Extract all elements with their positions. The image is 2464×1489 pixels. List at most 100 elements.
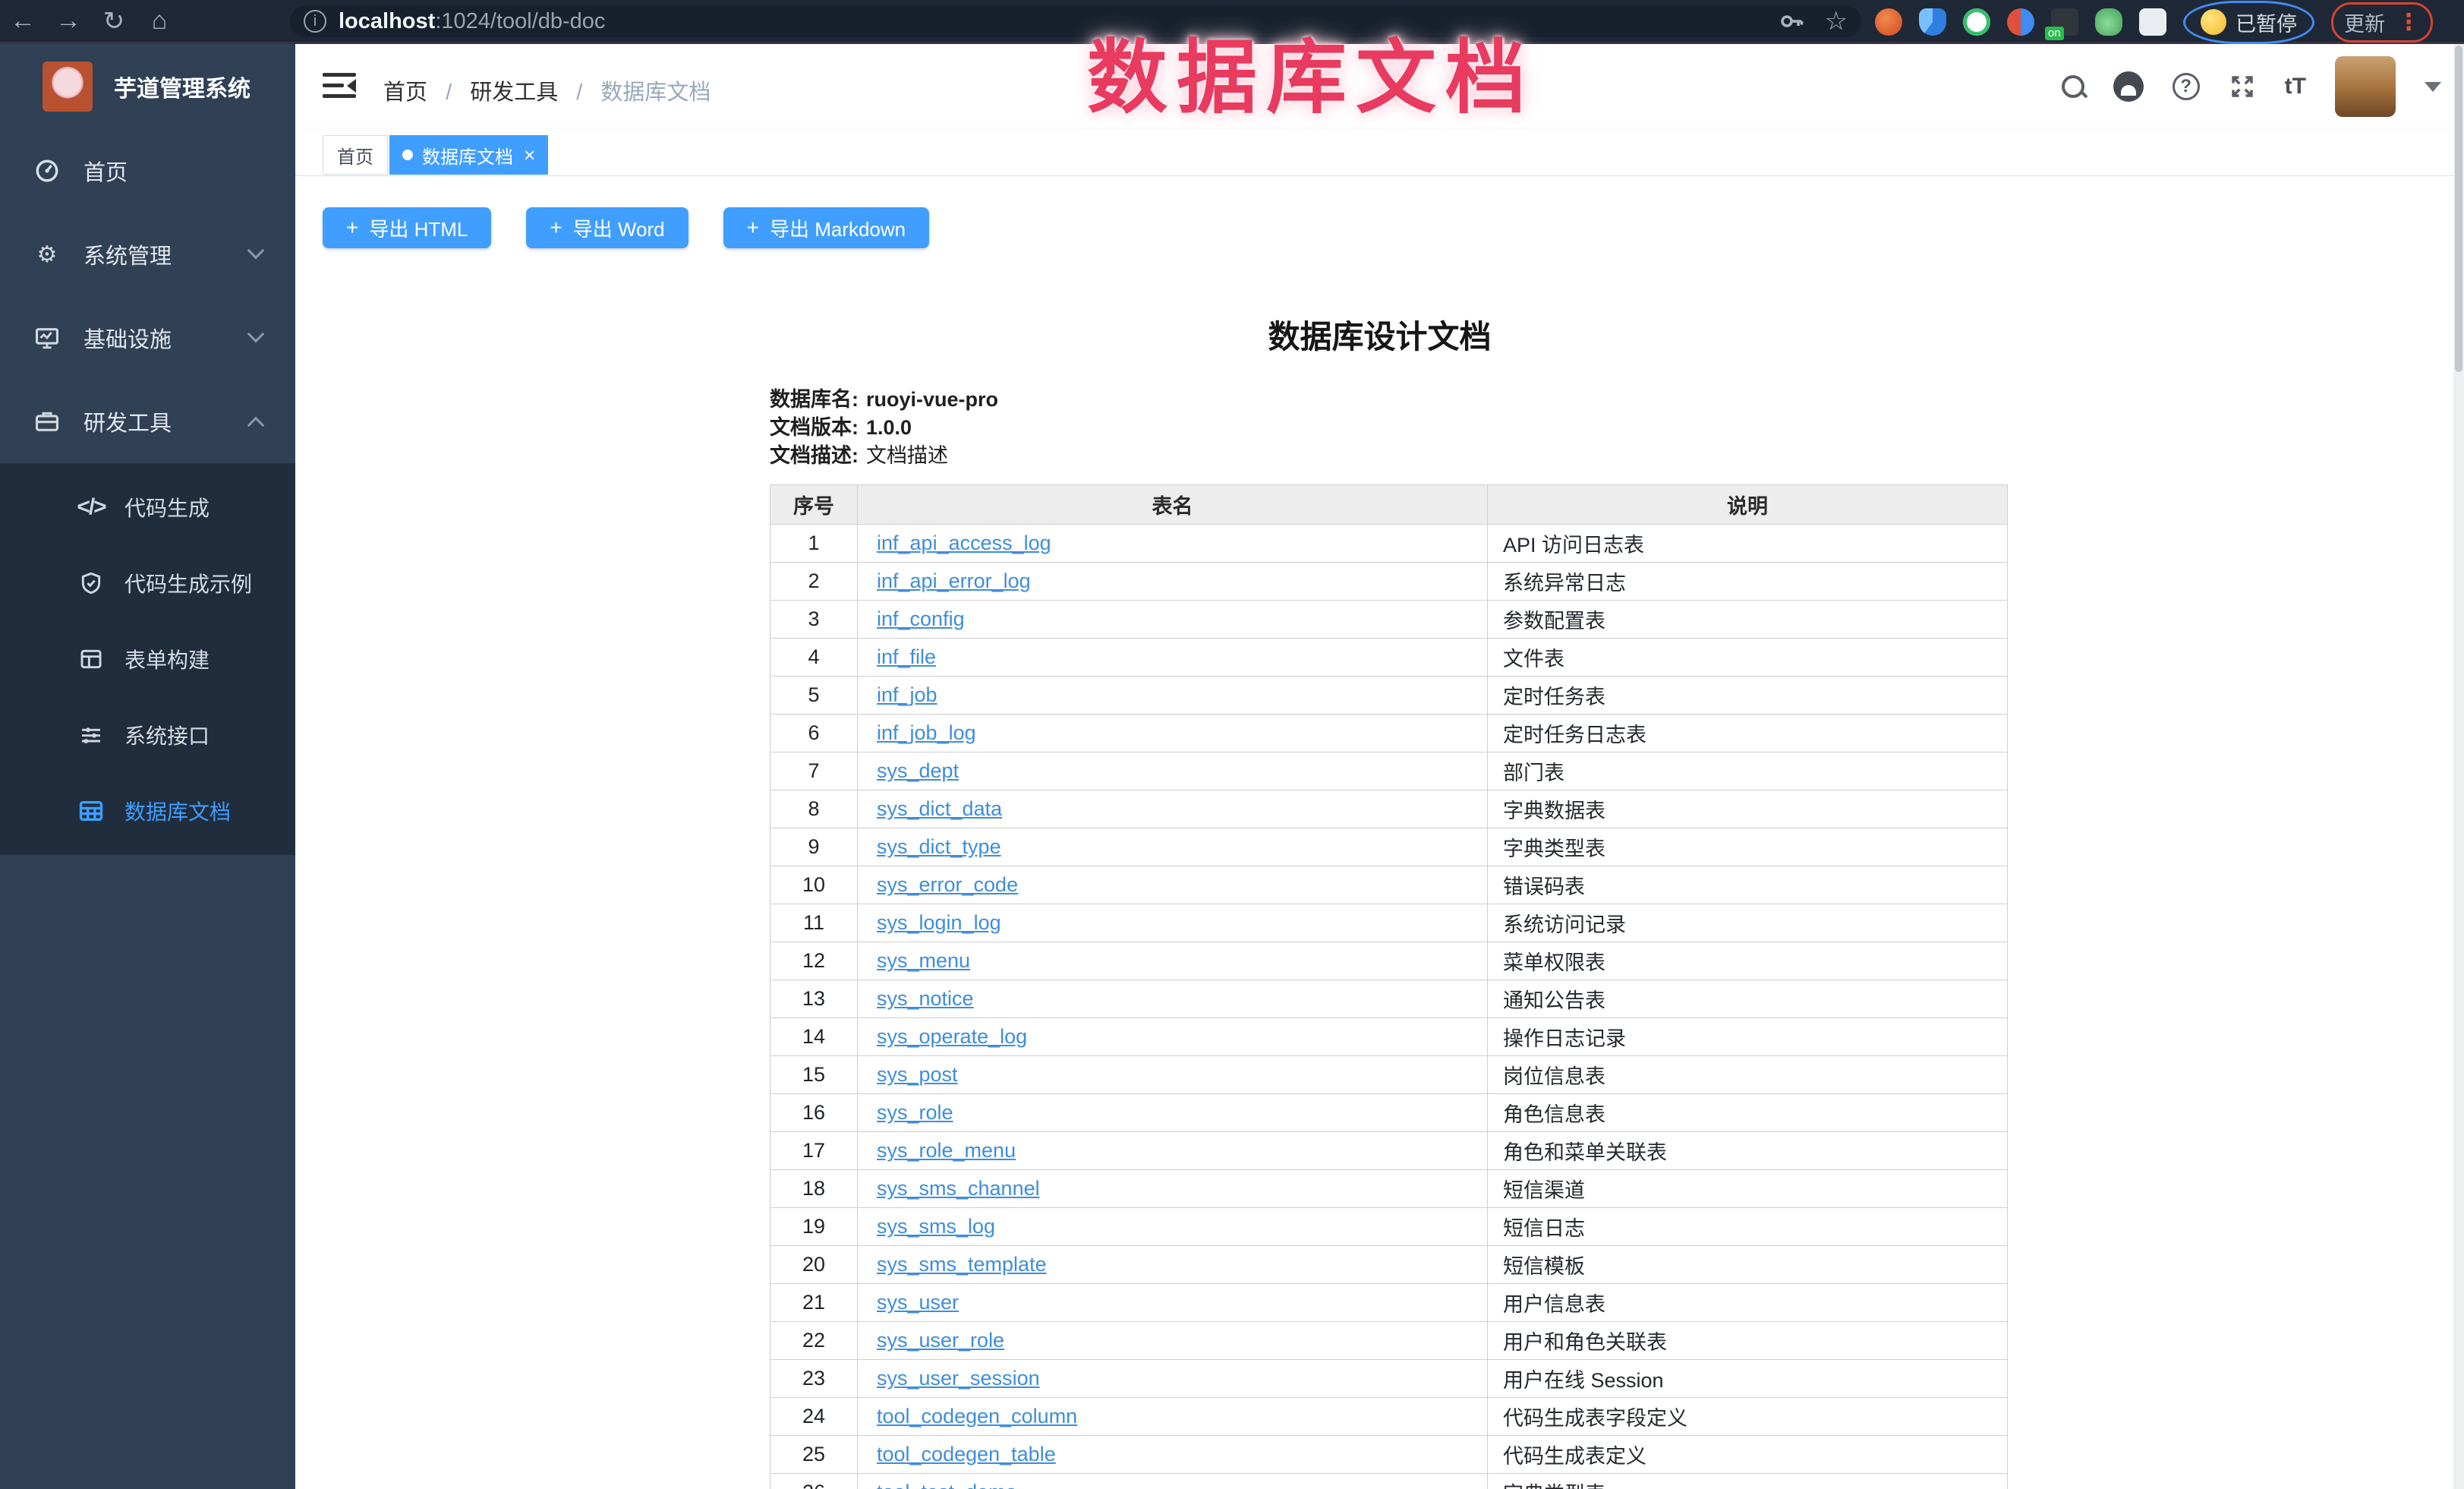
extension-icon[interactable]: on <box>2051 8 2078 36</box>
font-size-icon[interactable]: tT <box>2285 74 2306 99</box>
table-name-link[interactable]: inf_file <box>877 645 936 668</box>
extension-icon[interactable] <box>1875 8 1902 36</box>
browser-menu-icon[interactable]: ⋮ <box>2397 9 2420 36</box>
browser-update-button[interactable]: 更新 ⋮ <box>2331 2 2433 43</box>
browser-forward-icon[interactable]: → <box>46 6 91 36</box>
tab-close-icon[interactable]: × <box>524 144 535 167</box>
browser-refresh-icon[interactable]: ↻ <box>91 6 137 36</box>
browser-home-icon[interactable]: ⌂ <box>137 6 182 36</box>
table-name-link[interactable]: sys_post <box>877 1063 958 1086</box>
row-description: 部门表 <box>1488 752 2008 790</box>
table-name-link[interactable]: sys_login_log <box>877 911 1001 934</box>
extension-pin-icon[interactable] <box>1919 8 1946 36</box>
table-name-link[interactable]: sys_menu <box>877 949 970 972</box>
export-html-button[interactable]: +导出 HTML <box>323 207 491 248</box>
extensions-puzzle-icon[interactable] <box>2139 8 2166 36</box>
fullscreen-icon[interactable] <box>2229 73 2256 100</box>
sidebar-item-label: 系统接口 <box>124 720 210 750</box>
sidebar-item-infra[interactable]: 基础设施 <box>0 296 295 380</box>
table-name-link[interactable]: inf_job <box>877 683 937 706</box>
table-name-link[interactable]: sys_error_code <box>877 873 1018 896</box>
export-markdown-button[interactable]: +导出 Markdown <box>723 207 930 248</box>
breadcrumb-separator: / <box>446 80 452 105</box>
paused-badge[interactable]: 已暂停 <box>2183 1 2314 44</box>
doc-version-label: 文档版本: <box>770 416 859 439</box>
row-index: 18 <box>770 1170 858 1208</box>
extension-icon[interactable] <box>2095 8 2122 36</box>
table-row: 2inf_api_error_log系统异常日志 <box>770 563 2008 601</box>
table-name-link[interactable]: inf_api_access_log <box>877 532 1051 554</box>
table-name-link[interactable]: tool_codegen_column <box>877 1405 1077 1427</box>
sidebar-item-form-builder[interactable]: 表单构建 <box>0 621 295 697</box>
breadcrumb-current: 数据库文档 <box>600 80 711 105</box>
row-index: 23 <box>770 1360 858 1398</box>
tab-home[interactable]: 首页 <box>323 135 388 175</box>
table-name-link[interactable]: sys_sms_template <box>877 1253 1047 1276</box>
row-table-name-cell: sys_menu <box>858 942 1488 980</box>
table-name-link[interactable]: tool_codegen_table <box>877 1443 1056 1465</box>
table-row: 22sys_user_role用户和角色关联表 <box>770 1322 2008 1360</box>
table-name-link[interactable]: inf_job_log <box>877 721 976 744</box>
row-index: 7 <box>770 752 858 790</box>
table-name-link[interactable]: inf_config <box>877 607 965 630</box>
table-name-link[interactable]: sys_role_menu <box>877 1139 1016 1162</box>
chevron-up-icon <box>247 417 265 434</box>
sidebar-item-codegen-demo[interactable]: 代码生成示例 <box>0 545 295 621</box>
table-name-link[interactable]: sys_dict_data <box>877 797 1002 820</box>
table-name-link[interactable]: sys_sms_log <box>877 1215 995 1238</box>
address-bar[interactable]: i localhost:1024/tool/db-doc ☆ <box>290 5 1861 37</box>
help-icon[interactable]: ? <box>2173 73 2200 100</box>
table-name-link[interactable]: sys_user_role <box>877 1329 1004 1352</box>
table-name-link[interactable]: inf_api_error_log <box>877 569 1031 592</box>
password-key-icon[interactable] <box>1778 8 1805 35</box>
code-icon: </> <box>76 492 106 522</box>
scrollbar-thumb[interactable] <box>2455 46 2462 372</box>
site-info-icon[interactable]: i <box>304 10 326 33</box>
document-meta: 数据库名:ruoyi-vue-pro 文档版本:1.0.0 文档描述:文档描述 <box>770 386 998 470</box>
row-description: 用户信息表 <box>1488 1284 2008 1322</box>
row-table-name-cell: sys_login_log <box>858 904 1488 942</box>
row-description: 操作日志记录 <box>1488 1018 2008 1056</box>
breadcrumb-devtools[interactable]: 研发工具 <box>470 80 558 105</box>
url-text: localhost:1024/tool/db-doc <box>339 9 1778 34</box>
extension-check-icon[interactable] <box>1963 8 1990 36</box>
page-scrollbar[interactable] <box>2453 44 2464 1489</box>
bookmark-star-icon[interactable]: ☆ <box>1825 6 1848 36</box>
table-name-link[interactable]: sys_user <box>877 1291 959 1314</box>
table-name-link[interactable]: sys_notice <box>877 987 974 1010</box>
browser-back-icon[interactable]: ← <box>0 6 46 36</box>
table-name-link[interactable]: sys_operate_log <box>877 1025 1027 1048</box>
row-index: 14 <box>770 1018 858 1056</box>
sidebar-item-home[interactable]: 首页 <box>0 129 295 213</box>
table-name-link[interactable]: sys_dict_type <box>877 835 1001 858</box>
extensions-row: on 已暂停 更新 ⋮ <box>1875 0 2433 44</box>
sidebar-item-label: 代码生成示例 <box>124 568 252 598</box>
row-table-name-cell: sys_error_code <box>858 866 1488 904</box>
table-row: 16sys_role角色信息表 <box>770 1094 2008 1132</box>
search-icon[interactable] <box>2062 75 2084 98</box>
sidebar-item-system-api[interactable]: 系统接口 <box>0 697 295 773</box>
user-avatar[interactable] <box>2335 56 2396 117</box>
sidebar-item-devtools[interactable]: 研发工具 <box>0 380 295 463</box>
row-description: 字典数据表 <box>1488 790 2008 828</box>
row-index: 17 <box>770 1132 858 1170</box>
tab-db-doc[interactable]: 数据库文档 × <box>389 135 548 175</box>
table-name-link[interactable]: tool_test_demo <box>877 1481 1017 1489</box>
row-table-name-cell: tool_codegen_column <box>858 1398 1488 1436</box>
breadcrumb-home[interactable]: 首页 <box>383 80 427 105</box>
table-name-link[interactable]: sys_sms_channel <box>877 1177 1040 1200</box>
export-word-button[interactable]: +导出 Word <box>526 207 688 248</box>
table-name-link[interactable]: sys_dept <box>877 759 959 782</box>
row-index: 21 <box>770 1284 858 1322</box>
extension-icon[interactable] <box>2007 8 2034 36</box>
github-icon[interactable] <box>2113 71 2144 102</box>
sidebar-item-codegen[interactable]: </> 代码生成 <box>0 469 295 545</box>
app-logo[interactable]: 芋道管理系统 <box>0 44 295 129</box>
user-menu-caret-icon[interactable] <box>2425 82 2441 92</box>
table-name-link[interactable]: sys_user_session <box>877 1367 1040 1390</box>
sidebar-collapse-icon[interactable] <box>323 71 356 100</box>
row-index: 15 <box>770 1056 858 1094</box>
sidebar-item-system[interactable]: ⚙ 系统管理 <box>0 213 295 296</box>
sidebar-item-db-doc[interactable]: 数据库文档 <box>0 773 295 849</box>
table-name-link[interactable]: sys_role <box>877 1101 953 1124</box>
